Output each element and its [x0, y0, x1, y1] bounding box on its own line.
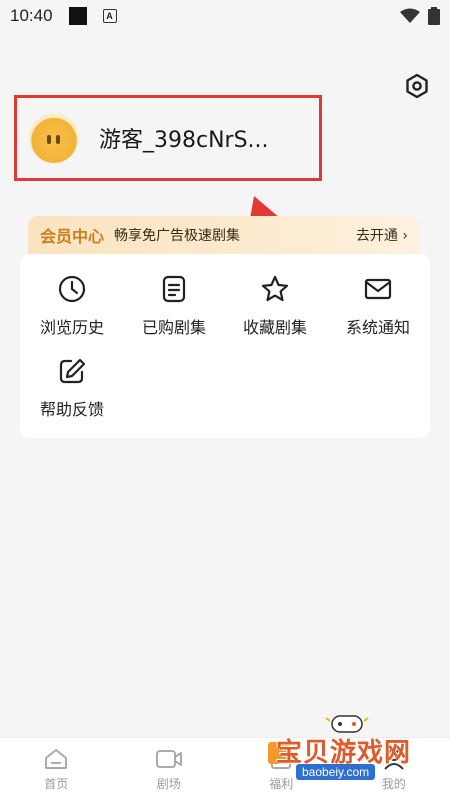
nav-item-home[interactable]: 首页 [0, 738, 113, 800]
settings-icon[interactable] [403, 72, 431, 100]
avatar[interactable] [29, 113, 79, 163]
nav-item-theater[interactable]: 剧场 [113, 738, 226, 800]
menu-item-label: 已购剧集 [141, 318, 206, 337]
notification-app-icon [68, 7, 87, 25]
menu-item-notifications[interactable]: 系统通知 [328, 274, 428, 338]
menu-item-label: 系统通知 [345, 318, 410, 337]
menu-item-help-feedback[interactable]: 帮助反馈 [22, 356, 122, 420]
status-time: 10:40 [10, 6, 53, 25]
status-bar: 10:40 A [0, 0, 450, 32]
video-icon [155, 749, 182, 768]
nav-label: 剧场 [156, 776, 181, 791]
a-notification-icon: A [102, 9, 117, 23]
vip-description: 畅享免广告极速剧集 [114, 228, 241, 244]
home-icon [45, 748, 68, 769]
menu-item-purchased[interactable]: 已购剧集 [124, 274, 224, 338]
profile-header[interactable]: 游客_398cNrS... [14, 95, 322, 181]
vip-open-link[interactable]: 去开通 › [356, 225, 408, 245]
menu-item-label: 收藏剧集 [242, 318, 307, 337]
menu-grid: 浏览历史 已购剧集 收藏剧集 系统通知 帮助反馈 [20, 254, 430, 438]
username: 游客_398cNrS... [99, 128, 269, 153]
clock-icon [58, 275, 86, 303]
nav-label: 首页 [44, 776, 69, 791]
star-icon [261, 275, 289, 302]
menu-item-favorites[interactable]: 收藏剧集 [225, 274, 325, 338]
chevron-right-icon: › [402, 228, 408, 244]
menu-item-label: 帮助反馈 [39, 400, 104, 419]
edit-icon [59, 358, 86, 384]
menu-item-label: 浏览历史 [39, 318, 104, 337]
battery-icon [428, 7, 440, 25]
wifi-icon [400, 8, 420, 23]
document-icon [162, 275, 186, 303]
vip-title: 会员中心 [40, 227, 105, 246]
menu-item-history[interactable]: 浏览历史 [22, 274, 122, 338]
vip-open-label: 去开通 [355, 228, 398, 244]
vip-center-banner[interactable]: 会员中心 畅享免广告极速剧集 去开通 › [28, 216, 420, 254]
watermark-logo: 宝贝游戏网 baobeiy.com [262, 712, 442, 796]
mail-icon [364, 278, 392, 300]
watermark-url: baobeiy.com [296, 764, 376, 780]
